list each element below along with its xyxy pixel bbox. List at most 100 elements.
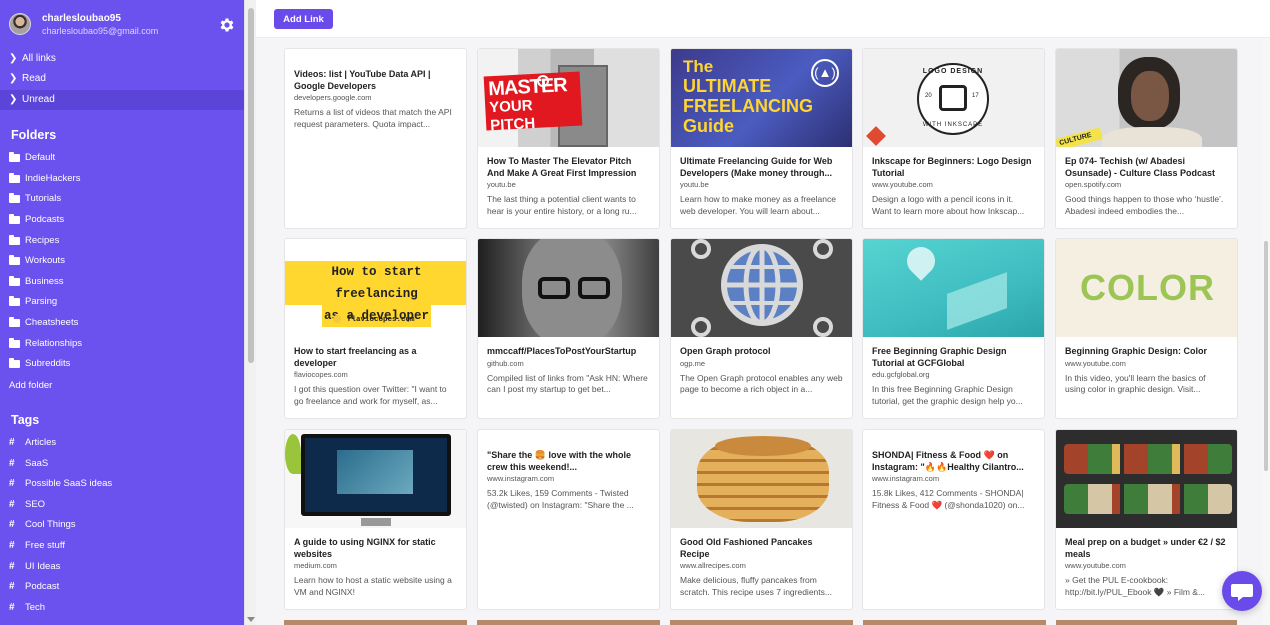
card-title: "Share the 🍔 love with the whole crew th…: [487, 450, 631, 472]
link-card[interactable]: How to start freelancing as a developer …: [284, 238, 467, 419]
map-pin-shape: [901, 241, 941, 281]
open-graph-logo-icon: [691, 239, 833, 337]
chevron-right-icon: ❯: [9, 53, 18, 64]
main-scrollbar[interactable]: [1262, 38, 1270, 625]
tag-item[interactable]: # SaaS: [0, 454, 244, 474]
card-title: Ep 074- Techish (w/ Abadesi Osunsade) - …: [1065, 156, 1216, 178]
link-card[interactable]: "Share the 🍔 love with the whole crew th…: [477, 429, 660, 610]
tag-item[interactable]: # Articles: [0, 433, 244, 453]
folder-label: Default: [25, 152, 56, 163]
tag-item[interactable]: # Podcast: [0, 577, 244, 597]
isometric-block: [947, 272, 1007, 330]
hash-icon: #: [9, 540, 15, 551]
main-scroll-thumb[interactable]: [1264, 241, 1268, 471]
folder-label: IndieHackers: [25, 173, 81, 184]
tag-item[interactable]: # Free stuff: [0, 536, 244, 556]
card-description: Learn how to make money as a freelance w…: [680, 194, 836, 216]
folder-icon: [9, 214, 20, 224]
folder-item[interactable]: Relationships: [0, 334, 244, 354]
card-thumbnail: The ULTIMATE FREELANCING Guide (▲): [671, 49, 852, 147]
add-link-button[interactable]: Add Link: [274, 9, 333, 29]
folder-icon: [9, 317, 20, 327]
hash-icon: #: [9, 581, 15, 592]
portrait-shoulders: [1102, 127, 1202, 147]
folder-label: Cheatsheets: [25, 317, 79, 328]
chat-button[interactable]: [1222, 571, 1262, 611]
scroll-down-arrow-icon[interactable]: [247, 617, 255, 622]
nav-label: All links: [22, 53, 56, 64]
glasses-right: [578, 277, 610, 299]
folder-label: Workouts: [25, 255, 65, 266]
card-domain: www.youtube.com: [1065, 561, 1126, 570]
card-description: 15.8k Likes, 412 Comments - SHONDA| Fitn…: [872, 488, 1025, 510]
link-card[interactable]: The ULTIMATE FREELANCING Guide (▲) Ultim…: [670, 48, 853, 229]
folder-item[interactable]: Business: [0, 272, 244, 292]
folders-title: Folders: [11, 128, 57, 142]
folder-item[interactable]: Recipes: [0, 231, 244, 251]
tag-item[interactable]: # Possible SaaS ideas: [0, 474, 244, 494]
folder-item[interactable]: Cheatsheets: [0, 313, 244, 333]
card-title: Videos: list | YouTube Data API | Google…: [294, 69, 431, 91]
tag-item[interactable]: # UI Ideas: [0, 557, 244, 577]
card-title: How to start freelancing as a developer: [294, 346, 417, 368]
card-domain: youtu.be: [680, 180, 709, 189]
link-card[interactable]: CULTURE Ep 074- Techish (w/ Abadesi Osun…: [1055, 48, 1238, 229]
user-profile[interactable]: charlesloubao95 charlesloubao95@gmail.co…: [8, 12, 238, 40]
logo-year-text: 17: [972, 93, 979, 99]
flavio-footer: flaviocopes.com: [333, 315, 415, 324]
link-card[interactable]: Videos: list | YouTube Data API | Google…: [284, 48, 467, 229]
tag-item[interactable]: # Tech: [0, 598, 244, 618]
nav-all-links[interactable]: ❯ All links: [0, 49, 244, 69]
card-domain: www.youtube.com: [1065, 358, 1126, 368]
tag-item[interactable]: # Cool Things: [0, 515, 244, 535]
hash-icon: #: [9, 499, 15, 510]
stopwatch-icon: [537, 75, 549, 87]
folder-item[interactable]: IndieHackers: [0, 169, 244, 189]
nav-read[interactable]: ❯ Read: [0, 69, 244, 89]
link-card[interactable]: A guide to using NGINX for static websit…: [284, 429, 467, 610]
card-thumbnail: How to start freelancing as a developer …: [285, 239, 466, 337]
folder-item[interactable]: Default: [0, 148, 244, 168]
logo-design-text: LOGO DESIGN: [922, 68, 984, 75]
link-card[interactable]: LOGO DESIGN WITH INKSCAPE 20 17 Inkscape…: [862, 48, 1045, 229]
hash-icon: #: [9, 519, 15, 530]
logo-year-text: 20: [925, 93, 932, 99]
link-card[interactable]: Open Graph protocol ogp.me The Open Grap…: [670, 238, 853, 419]
tag-item[interactable]: # SEO: [0, 495, 244, 515]
tag-label: Articles: [25, 437, 57, 448]
folder-label: Parsing: [25, 296, 58, 307]
folder-item[interactable]: Tutorials: [0, 189, 244, 209]
flavio-domain-text: flaviocopes.com: [347, 315, 415, 324]
folder-icon: [9, 338, 20, 348]
tag-label: Podcast: [25, 581, 60, 592]
fire-logo-icon: (▲): [811, 59, 839, 87]
folder-item[interactable]: Workouts: [0, 251, 244, 271]
tag-label: Tech: [25, 602, 46, 613]
link-card[interactable]: mmccaff/PlacesToPostYourStartup github.c…: [477, 238, 660, 419]
card-domain: medium.com: [294, 561, 337, 570]
add-folder-link[interactable]: Add folder: [9, 380, 52, 391]
hash-icon: #: [9, 458, 15, 469]
folder-icon: [9, 173, 20, 183]
link-card[interactable]: Good Old Fashioned Pancakes Recipe www.a…: [670, 429, 853, 610]
folder-item[interactable]: Parsing: [0, 292, 244, 312]
card-thumbnail: [1056, 430, 1237, 528]
link-card[interactable]: MASTER YOUR PITCH How To Master The Elev…: [477, 48, 660, 229]
pitch-title-line: YOUR PITCH: [488, 97, 536, 135]
link-card[interactable]: COLOR Beginning Graphic Design: Color ww…: [1055, 238, 1238, 419]
folder-item[interactable]: Podcasts: [0, 210, 244, 230]
plant-leaf: [285, 434, 301, 474]
gear-icon[interactable]: [218, 16, 236, 34]
folder-item[interactable]: Subreddits: [0, 354, 244, 374]
card-domain: www.allrecipes.com: [680, 561, 746, 570]
link-card[interactable]: SHONDA| Fitness & Food ❤️ on Instagram: …: [862, 429, 1045, 610]
card-title: SHONDA| Fitness & Food ❤️ on Instagram: …: [872, 450, 1024, 472]
sidebar-scrollbar[interactable]: [244, 0, 256, 625]
nav-unread[interactable]: ❯ Unread: [0, 90, 244, 110]
link-card[interactable]: Free Beginning Graphic Design Tutorial a…: [862, 238, 1045, 419]
link-card[interactable]: Meal prep on a budget » under €2 / $2 me…: [1055, 429, 1238, 610]
culture-label: CULTURE: [1056, 127, 1103, 147]
sidebar-scroll-thumb[interactable]: [248, 8, 254, 363]
folder-label: Relationships: [25, 338, 83, 349]
folder-label: Recipes: [25, 235, 60, 246]
